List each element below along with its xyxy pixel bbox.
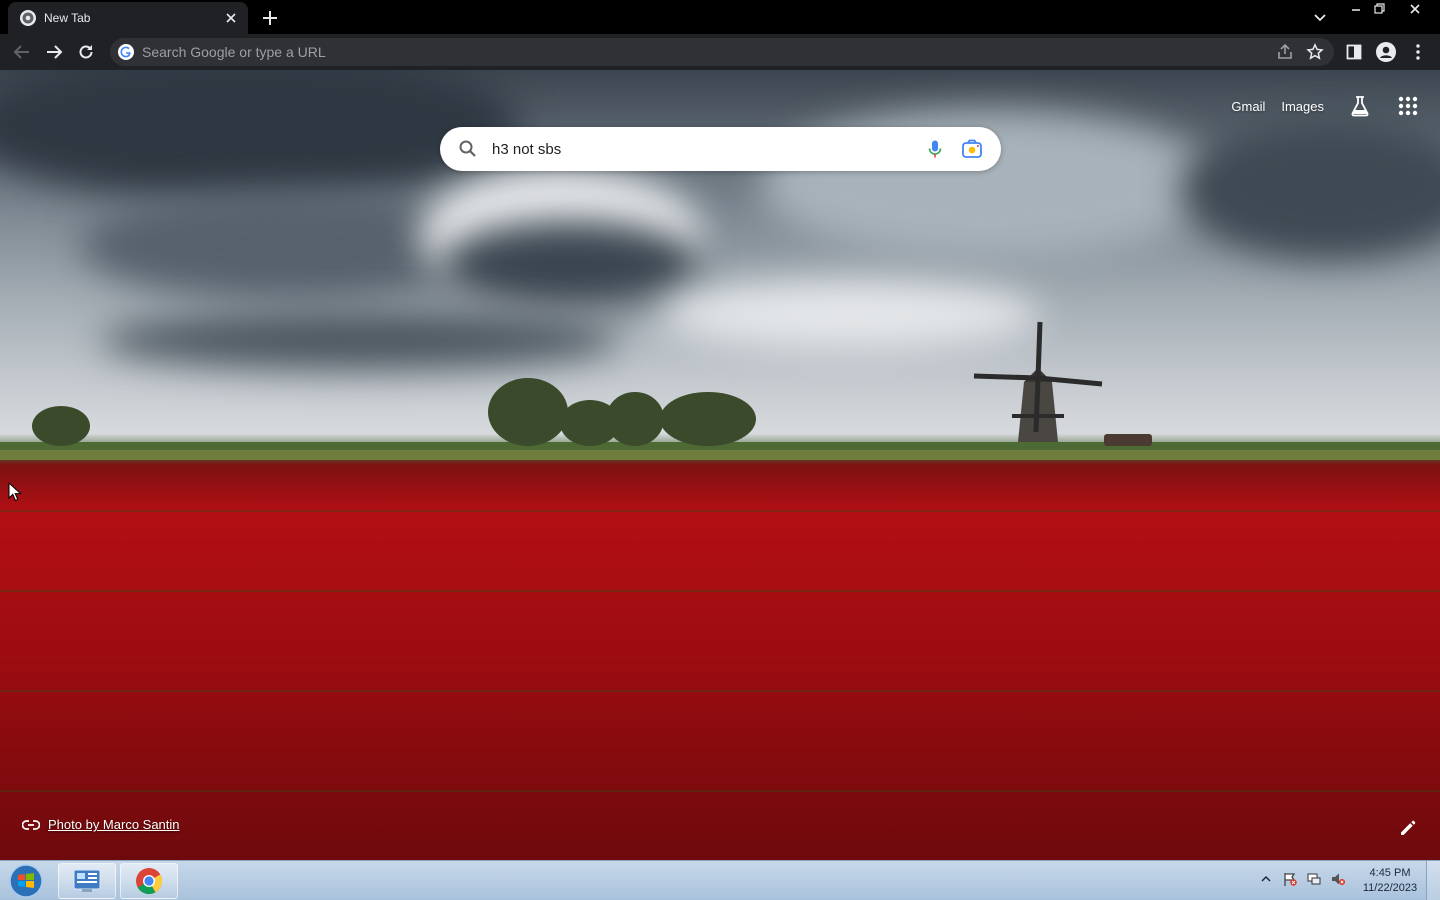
- tulip-row: [0, 510, 1440, 512]
- volume-muted-icon[interactable]: [1330, 871, 1346, 887]
- system-tray: [1258, 871, 1346, 887]
- action-center-flag-icon[interactable]: [1282, 871, 1298, 887]
- back-button[interactable]: [10, 40, 34, 64]
- chrome-icon: [136, 868, 163, 895]
- voice-search-mic-icon[interactable]: [925, 139, 945, 159]
- start-button[interactable]: [6, 863, 46, 899]
- windmill-illustration: [973, 321, 1103, 442]
- tab-close-icon[interactable]: [222, 9, 240, 27]
- customize-pencil-icon[interactable]: [1398, 818, 1418, 838]
- share-icon[interactable]: [1276, 43, 1294, 61]
- tab-strip: New Tab: [0, 0, 1440, 34]
- grass-strip: [0, 450, 1440, 460]
- clock-time: 4:45 PM: [1369, 867, 1411, 879]
- taskbar-control-panel-button[interactable]: [58, 863, 116, 899]
- show-desktop-button[interactable]: [1426, 861, 1440, 900]
- photo-credit-link[interactable]: Photo by Marco Santin: [48, 817, 180, 832]
- tab-search-chevron-icon[interactable]: [1310, 7, 1330, 27]
- profile-avatar-icon[interactable]: [1374, 40, 1398, 64]
- tree: [660, 392, 756, 446]
- tree: [32, 406, 90, 446]
- google-g-icon: [118, 44, 134, 60]
- background-clouds: [1180, 120, 1440, 260]
- address-bar-placeholder: Search Google or type a URL: [142, 44, 326, 60]
- windows-taskbar: 4:45 PM 11/22/2023: [0, 860, 1440, 900]
- window-minimize-button[interactable]: [1344, 0, 1368, 18]
- gmail-link[interactable]: Gmail: [1231, 99, 1265, 114]
- tulip-row: [0, 790, 1440, 792]
- labs-flask-icon[interactable]: [1348, 94, 1372, 118]
- link-icon: [22, 819, 40, 830]
- side-panel-icon[interactable]: [1342, 40, 1366, 64]
- forward-button[interactable]: [42, 40, 66, 64]
- window-restore-button[interactable]: [1368, 0, 1392, 18]
- search-input[interactable]: h3 not sbs: [492, 141, 925, 158]
- tree: [606, 392, 664, 446]
- images-link[interactable]: Images: [1281, 99, 1324, 114]
- reload-button[interactable]: [74, 40, 98, 64]
- mouse-cursor-icon: [8, 482, 22, 502]
- taskbar-clock[interactable]: 4:45 PM 11/22/2023: [1356, 866, 1424, 896]
- browser-toolbar: Search Google or type a URL: [0, 34, 1440, 70]
- new-tab-page: Gmail Images h3 not sbs Photo by Marco S…: [0, 70, 1440, 860]
- photo-attribution: Photo by Marco Santin: [22, 817, 180, 832]
- show-hidden-icons-chevron-icon[interactable]: [1258, 871, 1274, 887]
- address-bar[interactable]: Search Google or type a URL: [110, 38, 1334, 66]
- tab-new-tab[interactable]: New Tab: [8, 2, 248, 34]
- google-apps-grid-icon[interactable]: [1396, 94, 1420, 118]
- background-clouds: [100, 310, 620, 370]
- tulip-row: [0, 590, 1440, 592]
- bookmark-star-icon[interactable]: [1306, 43, 1324, 61]
- google-search-box[interactable]: h3 not sbs: [440, 127, 1001, 171]
- window-close-button[interactable]: [1400, 0, 1430, 18]
- network-icon[interactable]: [1306, 871, 1322, 887]
- tree: [1104, 434, 1152, 446]
- background-clouds: [440, 220, 700, 310]
- ntp-header-links: Gmail Images: [1231, 94, 1420, 118]
- google-lens-camera-icon[interactable]: [961, 138, 983, 160]
- tulip-row: [0, 690, 1440, 692]
- control-panel-icon: [73, 869, 101, 892]
- chrome-favicon-icon: [20, 10, 36, 26]
- search-icon: [459, 140, 476, 157]
- taskbar-chrome-button[interactable]: [120, 863, 178, 899]
- chrome-menu-icon[interactable]: [1406, 40, 1430, 64]
- new-tab-button[interactable]: [258, 6, 282, 30]
- tab-title: New Tab: [44, 11, 91, 25]
- background-clouds: [0, 70, 520, 200]
- tree: [488, 378, 568, 446]
- clock-date: 11/22/2023: [1362, 882, 1418, 894]
